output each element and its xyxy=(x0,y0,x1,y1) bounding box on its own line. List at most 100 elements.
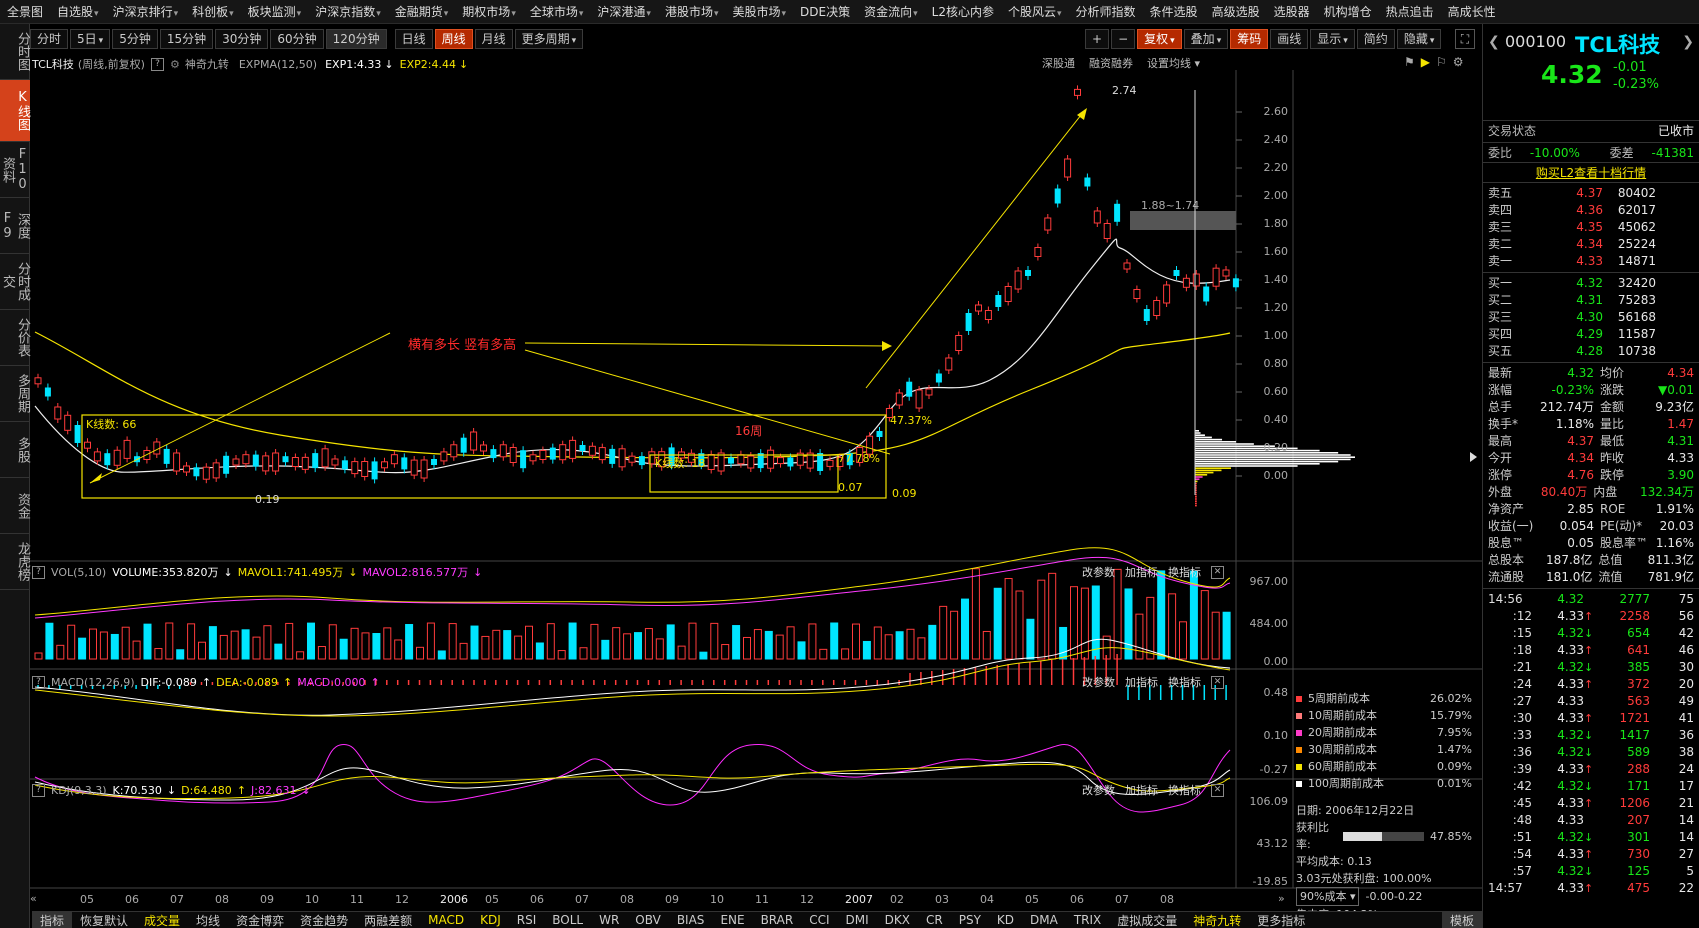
kdj-swap-indicator[interactable]: 换指标 xyxy=(1168,782,1201,798)
indicator-tab[interactable]: TRIX xyxy=(1066,913,1109,927)
menu-item[interactable]: 资金流向▾ xyxy=(857,3,925,20)
indicator-tab[interactable]: DKX xyxy=(877,913,918,927)
chart-tool-button[interactable]: 显示 ▾ xyxy=(1310,28,1355,49)
menu-item[interactable]: 科创板▾ xyxy=(185,3,241,20)
left-nav-item[interactable]: 多股 xyxy=(0,422,30,478)
chart-tool-button[interactable]: 画线 xyxy=(1270,28,1309,49)
help-icon[interactable]: ? xyxy=(32,565,45,579)
flag-alt-icon[interactable]: ⚐ xyxy=(1436,55,1447,69)
scroll-right-icon[interactable]: » xyxy=(1278,892,1285,905)
chart-tool-button[interactable]: 筹码 xyxy=(1230,28,1269,49)
indicator-tab[interactable]: ENE xyxy=(712,913,752,927)
chart-tool-button[interactable]: 复权 ▾ xyxy=(1137,28,1182,49)
help-icon[interactable]: ? xyxy=(32,675,45,689)
period-button[interactable]: 60分钟 xyxy=(270,28,324,49)
indicator-tab[interactable]: BOLL xyxy=(544,913,591,927)
menu-item[interactable]: 分析师指数 xyxy=(1069,3,1143,20)
menu-item[interactable]: 板块监测▾ xyxy=(241,3,309,20)
next-stock-icon[interactable]: ❯ xyxy=(1682,34,1694,50)
left-nav-item[interactable]: K线图 xyxy=(0,80,30,142)
settings-icon[interactable]: ⚙ xyxy=(1453,55,1464,69)
macd-swap-indicator[interactable]: 换指标 xyxy=(1168,674,1201,690)
period-button[interactable]: 周线 xyxy=(434,28,473,49)
indicator-tab[interactable]: 两融差额 xyxy=(356,912,420,928)
indicator-tab[interactable]: 更多指标 xyxy=(1249,912,1313,928)
chart-tool-button[interactable]: + xyxy=(1085,28,1110,49)
chart-tool-button[interactable]: − xyxy=(1111,28,1136,49)
indicator-tab[interactable]: 神奇九转 xyxy=(1185,912,1249,928)
prev-stock-icon[interactable]: ❮ xyxy=(1488,34,1500,50)
macd-add-indicator[interactable]: 加指标 xyxy=(1125,674,1158,690)
close-icon[interactable]: ✕ xyxy=(1211,675,1224,689)
menu-item[interactable]: 个股风云▾ xyxy=(1001,3,1069,20)
menu-item[interactable]: 沪深京指数▾ xyxy=(308,3,388,20)
menu-item[interactable]: 沪深京排行▾ xyxy=(106,3,186,20)
indicator-tab[interactable]: OBV xyxy=(627,913,669,927)
indicator-tab[interactable]: 虚拟成交量 xyxy=(1109,912,1185,928)
indicator-tab[interactable]: 指标 xyxy=(32,912,73,928)
menu-item[interactable]: 期权市场▾ xyxy=(455,3,523,20)
indicator-tab[interactable]: WR xyxy=(591,913,627,927)
indicator-tab[interactable]: BRAR xyxy=(753,913,802,927)
chart-tool-button[interactable]: 简约 xyxy=(1356,28,1395,49)
period-button[interactable]: 30分钟 xyxy=(215,28,269,49)
gear-icon[interactable]: ⚙ xyxy=(170,58,180,71)
close-icon[interactable]: ✕ xyxy=(1211,783,1224,797)
indicator-tab[interactable]: 资金趋势 xyxy=(292,912,356,928)
indicator-tab[interactable]: CR xyxy=(918,913,951,927)
vol-edit-params[interactable]: 改参数 xyxy=(1082,564,1115,580)
chart-tool-button[interactable]: 隐藏 ▾ xyxy=(1396,28,1442,49)
period-button[interactable]: 5日 ▾ xyxy=(70,28,111,49)
menu-item[interactable]: 全球市场▾ xyxy=(523,3,591,20)
vol-add-indicator[interactable]: 加指标 xyxy=(1125,564,1158,580)
period-button[interactable]: 日线 xyxy=(394,28,433,49)
menu-item[interactable]: 热点追击 xyxy=(1379,3,1441,20)
indicator-tab[interactable]: MACD xyxy=(420,913,472,927)
menu-item[interactable]: 高级选股 xyxy=(1205,3,1267,20)
kdj-add-indicator[interactable]: 加指标 xyxy=(1125,782,1158,798)
menu-item[interactable]: 金融期货▾ xyxy=(388,3,456,20)
chart-tool-button[interactable]: 叠加 ▾ xyxy=(1183,28,1229,49)
indicator-tab[interactable]: CCI xyxy=(801,913,837,927)
period-button[interactable]: 更多周期 ▾ xyxy=(514,28,584,49)
menu-item[interactable]: 高成长性 xyxy=(1441,3,1503,20)
flag-icon[interactable]: ⚑ xyxy=(1404,55,1415,69)
period-button[interactable]: 5分钟 xyxy=(112,28,158,49)
left-nav-item[interactable]: F10资料 xyxy=(0,142,30,198)
period-button[interactable]: 月线 xyxy=(474,28,513,49)
indicator-tab[interactable]: KDJ xyxy=(472,913,509,927)
indicator-tab[interactable]: KD xyxy=(989,913,1022,927)
menu-item[interactable]: 沪深港通▾ xyxy=(590,3,658,20)
indicator-tab[interactable]: 资金博弈 xyxy=(228,912,292,928)
menu-item[interactable]: 美股市场▾ xyxy=(725,3,793,20)
menu-item[interactable]: 条件选股 xyxy=(1143,3,1205,20)
play-icon[interactable]: ▶ xyxy=(1421,55,1430,69)
menu-item[interactable]: 全景图 xyxy=(0,3,50,20)
left-nav-item[interactable]: 分时成交 xyxy=(0,254,30,310)
vol-swap-indicator[interactable]: 换指标 xyxy=(1168,564,1201,580)
left-nav-item[interactable]: 深度F9 xyxy=(0,198,30,254)
left-nav-item[interactable]: 资金 xyxy=(0,478,30,534)
left-nav-item[interactable]: 龙虎榜 xyxy=(0,534,30,590)
period-button[interactable]: 15分钟 xyxy=(159,28,214,49)
kdj-edit-params[interactable]: 改参数 xyxy=(1082,782,1115,798)
help-icon[interactable]: ? xyxy=(150,57,164,71)
help-icon[interactable]: ? xyxy=(32,783,45,797)
menu-item[interactable]: DDE决策 xyxy=(793,3,857,20)
period-button[interactable]: 120分钟 xyxy=(325,28,387,49)
menu-item[interactable]: 自选股▾ xyxy=(50,3,106,20)
menu-item[interactable]: L2核心内参 xyxy=(925,3,1001,20)
period-button[interactable]: 分时 xyxy=(30,28,69,49)
menu-item[interactable]: 港股市场▾ xyxy=(658,3,726,20)
left-nav-item[interactable]: 多周期 xyxy=(0,366,30,422)
indicator-tab[interactable]: BIAS xyxy=(669,913,713,927)
macd-edit-params[interactable]: 改参数 xyxy=(1082,674,1115,690)
indicator-tab[interactable]: 恢复默认 xyxy=(72,912,136,928)
close-icon[interactable]: ✕ xyxy=(1211,565,1224,579)
cost-select[interactable]: 90%成本 ▾ xyxy=(1296,887,1360,906)
indicator-tab[interactable]: DMI xyxy=(838,913,877,927)
fullscreen-icon[interactable]: ⛶ xyxy=(1455,29,1475,49)
l2-link[interactable]: 购买L2查看十档行情 xyxy=(1483,162,1699,182)
scroll-left-icon[interactable]: « xyxy=(30,892,37,905)
left-nav-item[interactable]: 分时图 xyxy=(0,24,30,80)
